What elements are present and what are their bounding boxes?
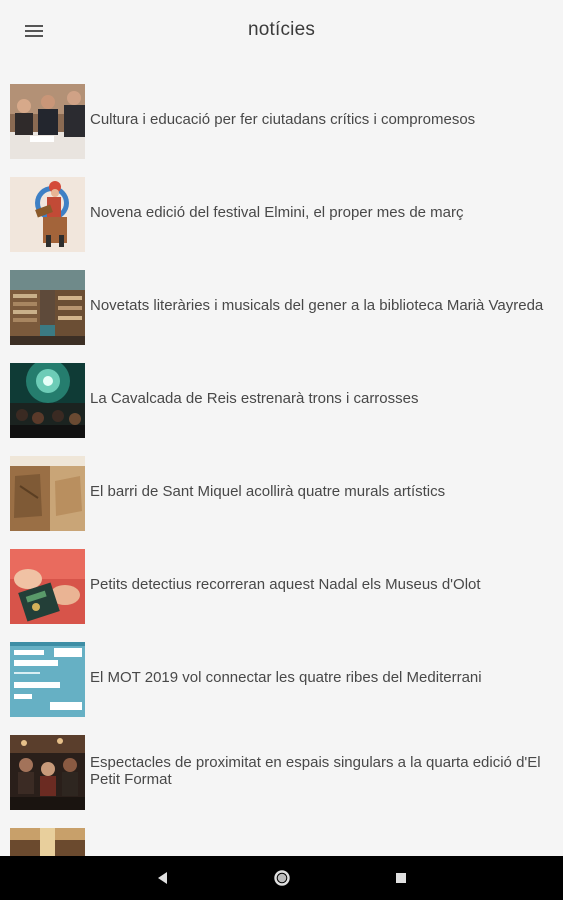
news-headline: La Cavalcada de Reis estrenarà trons i c… [90,390,419,407]
news-item[interactable]: Novetats literàries i musicals del gener… [0,248,563,345]
news-headline: El barri de Sant Miquel acollirà quatre … [90,483,446,500]
system-navigation-bar [0,856,563,900]
stage-lights-photo [10,363,85,438]
news-item[interactable]: La Cavalcada de Reis estrenarà trons i c… [0,341,563,438]
news-headline: Petits detectius recorreran aquest Nadal… [90,576,481,593]
news-item[interactable]: Novena edició del festival Elmini, el pr… [0,155,563,252]
hands-with-booklet-photo [10,549,85,624]
news-headline [90,806,555,856]
audience-performance-photo [10,735,85,810]
partial-photo [10,828,85,856]
news-item[interactable] [0,806,563,856]
literary-festival-poster [10,642,85,717]
news-headline: Novena edició del festival Elmini, el pr… [90,204,464,221]
library-interior-photo [10,270,85,345]
page-title: notícies [247,19,316,40]
recents-button[interactable] [389,866,413,890]
news-headline: Espectacles de proximitat en espais sing… [90,753,541,788]
news-headline: El MOT 2019 vol connectar les quatre rib… [90,669,482,686]
news-item[interactable]: El MOT 2019 vol connectar les quatre rib… [0,620,563,717]
news-headline: Cultura i educació per fer ciutadans crí… [90,111,476,128]
news-list: Cultura i educació per fer ciutadans crí… [0,62,563,856]
home-circle-icon [274,870,290,886]
back-triangle-icon [158,872,167,884]
news-item[interactable]: Petits detectius recorreran aquest Nadal… [0,527,563,624]
mural-wall-photo [10,456,85,531]
news-headline: Novetats literàries i musicals del gener… [90,297,544,314]
festival-poster-illustration [10,177,85,252]
recents-square-icon [396,873,406,883]
app-bar: notícies [0,0,563,62]
news-item[interactable]: Cultura i educació per fer ciutadans crí… [0,62,563,159]
home-button[interactable] [270,866,294,890]
news-item[interactable]: El barri de Sant Miquel acollirà quatre … [0,434,563,531]
people-at-table-photo [10,84,85,159]
news-item[interactable]: Espectacles de proximitat en espais sing… [0,713,563,810]
back-button[interactable] [151,866,175,890]
